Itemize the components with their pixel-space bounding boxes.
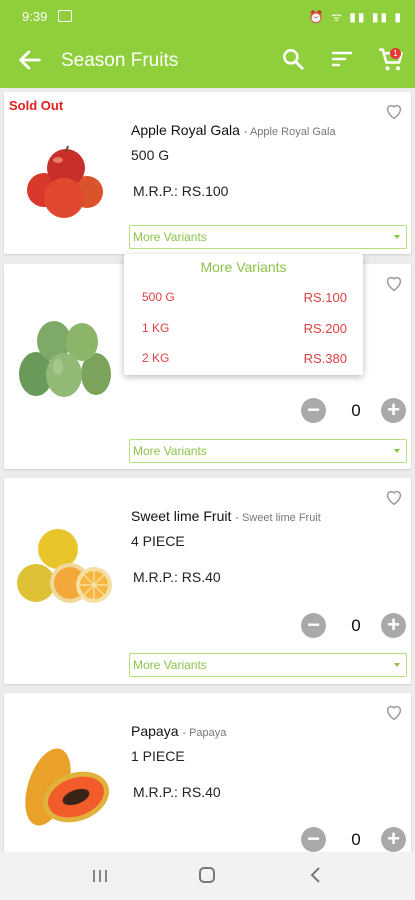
sold-out-badge: Sold Out: [9, 98, 64, 113]
plus-icon[interactable]: +: [381, 398, 406, 423]
status-icons: ⏰ ᯤ ▮▮ ▮▮ ▮: [308, 10, 403, 24]
nav-back-icon[interactable]: [308, 866, 324, 884]
recent-apps-icon[interactable]: [92, 869, 108, 883]
minus-icon[interactable]: −: [301, 613, 326, 638]
product-quantity: 1 PIECE: [131, 748, 185, 764]
more-variants-select[interactable]: More Variants: [129, 439, 407, 463]
variant-label: 500 G: [142, 290, 175, 304]
variant-price: RS.380: [303, 351, 347, 366]
app-bar: Season Fruits 1: [0, 32, 415, 88]
heart-icon[interactable]: [383, 272, 405, 294]
heart-icon[interactable]: [383, 486, 405, 508]
product-card[interactable]: Sold Out Apple Royal Gala - Apple Royal …: [4, 92, 411, 254]
home-icon[interactable]: [199, 867, 215, 883]
more-variants-select[interactable]: More Variants: [129, 653, 407, 677]
minus-icon[interactable]: −: [301, 398, 326, 423]
quantity-stepper[interactable]: − 0 +: [301, 613, 407, 639]
plus-icon[interactable]: +: [381, 827, 406, 852]
variant-option[interactable]: 1 KG RS.200: [124, 319, 363, 341]
system-nav-bar: [0, 852, 415, 900]
product-name: Papaya - Papaya: [131, 723, 227, 739]
product-quantity: 4 PIECE: [131, 533, 185, 549]
chevron-down-icon: [394, 663, 400, 667]
mango-image: [19, 321, 111, 397]
more-variants-select[interactable]: More Variants: [129, 225, 407, 249]
sweet-lime-image: [17, 529, 112, 603]
quantity-count: 0: [351, 830, 361, 849]
quantity-stepper[interactable]: − 0 +: [301, 398, 407, 424]
product-price: M.R.P.: RS.40: [133, 569, 221, 585]
quantity-count: 0: [351, 401, 361, 420]
page-title: Season Fruits: [61, 50, 179, 71]
product-card[interactable]: Sweet lime Fruit - Sweet lime Fruit 4 PI…: [4, 478, 411, 684]
variant-price: RS.100: [303, 290, 347, 305]
chevron-down-icon: [394, 235, 400, 239]
quantity-stepper[interactable]: − 0 +: [301, 827, 407, 853]
status-time: 9:39: [22, 9, 48, 24]
papaya-image: [25, 748, 109, 826]
product-price: M.R.P.: RS.40: [133, 784, 221, 800]
product-price: M.R.P.: RS.100: [133, 183, 229, 199]
product-quantity: 500 G: [131, 147, 170, 163]
product-name: Sweet lime Fruit - Sweet lime Fruit: [131, 508, 321, 524]
variant-option[interactable]: 2 KG RS.380: [124, 349, 363, 371]
dropdown-title: More Variants: [200, 259, 287, 275]
back-arrow-icon[interactable]: [16, 46, 44, 74]
gallery-icon: [58, 10, 72, 22]
status-bar: 9:39 ⏰ ᯤ ▮▮ ▮▮ ▮: [0, 0, 415, 32]
variants-dropdown: More Variants 500 G RS.100 1 KG RS.200 2…: [124, 254, 363, 375]
apple-image: [27, 145, 103, 218]
variant-label: 2 KG: [142, 351, 170, 365]
variant-price: RS.200: [303, 321, 347, 336]
heart-icon[interactable]: [383, 701, 405, 723]
product-name: Apple Royal Gala - Apple Royal Gala: [131, 122, 336, 138]
chevron-down-icon: [394, 449, 400, 453]
variant-label: 1 KG: [142, 321, 170, 335]
plus-icon[interactable]: +: [381, 613, 406, 638]
minus-icon[interactable]: −: [301, 827, 326, 852]
cart-badge: 1: [390, 48, 401, 59]
search-icon[interactable]: [280, 46, 306, 72]
variant-option[interactable]: 500 G RS.100: [124, 288, 363, 310]
product-card[interactable]: Papaya - Papaya 1 PIECE M.R.P.: RS.40 − …: [4, 693, 411, 852]
quantity-count: 0: [351, 616, 361, 635]
sort-icon[interactable]: [330, 47, 354, 71]
heart-icon[interactable]: [383, 100, 405, 122]
